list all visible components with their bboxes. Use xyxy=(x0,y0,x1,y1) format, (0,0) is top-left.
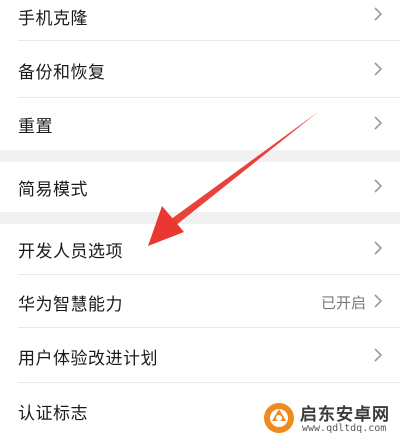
chevron-right-icon xyxy=(374,294,383,308)
chevron-right-icon xyxy=(374,7,383,21)
settings-item-label: 手机克隆 xyxy=(18,9,88,29)
settings-item-phone-clone[interactable]: 手机克隆 xyxy=(0,0,400,40)
settings-item-label: 认证标志 xyxy=(18,404,88,424)
settings-item-simple-mode[interactable]: 简易模式 xyxy=(0,162,400,212)
chevron-right-icon xyxy=(374,179,383,193)
settings-item-label: 用户体验改进计划 xyxy=(18,349,158,369)
chevron-right-icon xyxy=(374,62,383,76)
watermark-title: 启东安卓网 xyxy=(300,405,390,425)
status-value: 已开启 xyxy=(320,294,366,312)
settings-item-huawei-smart[interactable]: 华为智慧能力 已开启 xyxy=(0,275,400,327)
settings-item-label: 华为智慧能力 xyxy=(18,295,123,315)
settings-screen: 手机克隆 备份和恢复 重置 简易模式 开发人员选项 华为智慧能力 已开启 用户体… xyxy=(0,0,400,444)
settings-item-reset[interactable]: 重置 xyxy=(0,98,400,150)
chevron-right-icon xyxy=(374,348,383,362)
settings-item-user-experience[interactable]: 用户体验改进计划 xyxy=(0,328,400,382)
chevron-right-icon xyxy=(374,116,383,130)
settings-item-label: 备份和恢复 xyxy=(18,63,106,83)
section-gap xyxy=(0,150,400,162)
watermark-logo-icon xyxy=(264,403,294,433)
chevron-right-icon xyxy=(374,241,383,255)
settings-item-backup-restore[interactable]: 备份和恢复 xyxy=(0,41,400,97)
settings-item-label: 简易模式 xyxy=(18,180,88,200)
settings-item-label: 重置 xyxy=(18,117,53,137)
settings-item-developer-options[interactable]: 开发人员选项 xyxy=(0,224,400,274)
watermark: 启东安卓网 www.qdltdq.com xyxy=(262,398,394,440)
watermark-url: www.qdltdq.com xyxy=(302,423,387,434)
settings-item-label: 开发人员选项 xyxy=(18,242,123,262)
section-gap xyxy=(0,212,400,224)
